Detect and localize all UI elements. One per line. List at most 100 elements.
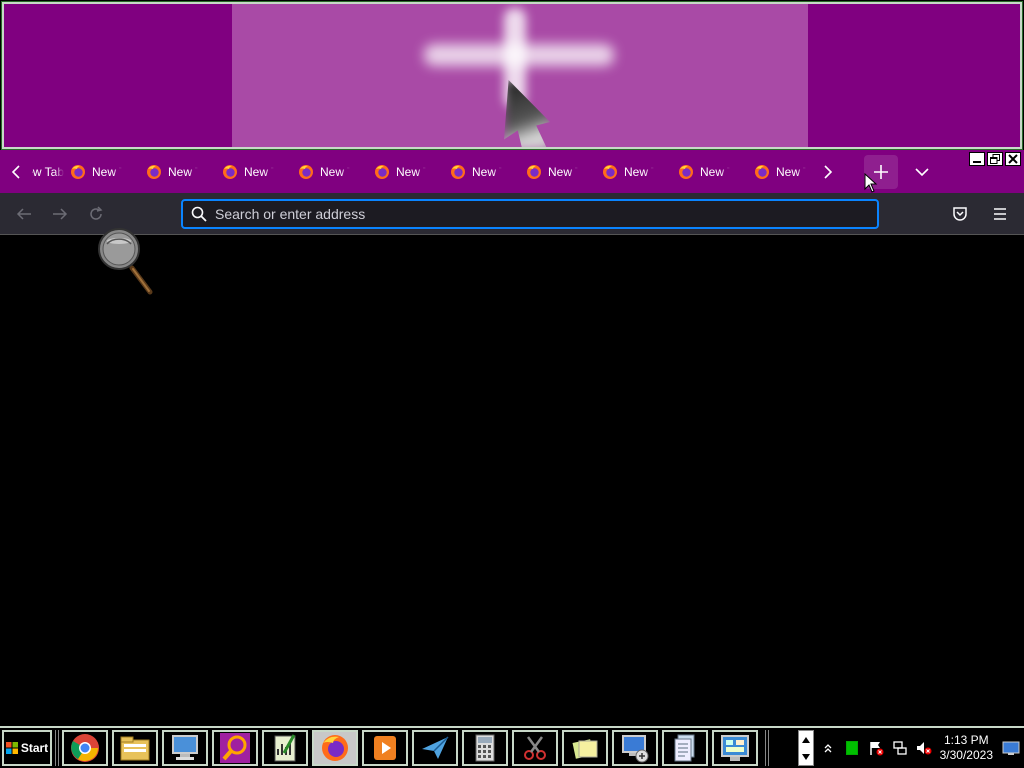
minimize-button[interactable] [969, 152, 985, 166]
volume-muted-icon[interactable] [914, 738, 934, 758]
sticky-notes-icon [570, 733, 600, 763]
calculator-icon [470, 733, 500, 763]
firefox-icon [603, 164, 617, 179]
magnifier-icon[interactable] [96, 226, 158, 303]
mouse-cursor-icon [864, 173, 878, 193]
paper-plane-icon [420, 733, 450, 763]
scroll-down-button[interactable] [798, 748, 813, 765]
taskbar-app-paper-plane[interactable] [412, 730, 458, 766]
taskbar-scroll[interactable] [797, 730, 814, 766]
notepad-chart-icon [270, 733, 300, 763]
restore-icon [990, 154, 1000, 164]
chevron-right-icon [824, 164, 833, 179]
taskbar-app-calculator[interactable] [462, 730, 508, 766]
taskbar-app-control-panel[interactable] [712, 730, 758, 766]
triangle-up-icon [801, 736, 810, 743]
scroll-tabs-left-button[interactable] [0, 150, 32, 193]
reload-button[interactable] [78, 198, 114, 230]
tab-label: New Tab [396, 164, 426, 179]
tab-new-tab[interactable]: New Tab [146, 150, 222, 193]
taskbar: Start 1:13 PM 3/30/2023 [0, 726, 1024, 768]
taskbar-app-media-player[interactable] [362, 730, 408, 766]
firefox-icon [71, 164, 85, 179]
taskbar-app-chrome[interactable] [62, 730, 108, 766]
arrow-right-icon [53, 207, 68, 220]
battery-icon[interactable] [842, 738, 862, 758]
application-menu-button[interactable] [982, 198, 1018, 230]
windows-logo-icon [5, 742, 18, 754]
taskbar-app-remote-desktop[interactable] [612, 730, 658, 766]
tab-new-tab[interactable]: New Tab [754, 150, 812, 193]
system-clock[interactable]: 1:13 PM 3/30/2023 [940, 733, 993, 763]
search-magnifier-icon [220, 733, 250, 763]
taskbar-app-file-explorer[interactable] [112, 730, 158, 766]
forward-button[interactable] [42, 198, 78, 230]
firefox-icon [451, 164, 465, 179]
action-center-flag-icon[interactable] [866, 738, 886, 758]
search-icon [191, 206, 207, 222]
tab-label: New Tab [320, 164, 350, 179]
taskbar-separator [55, 730, 59, 766]
chrome-icon [70, 733, 100, 763]
show-hidden-icons-button[interactable] [818, 738, 838, 758]
back-button[interactable] [6, 198, 42, 230]
tab-label: New Tab [548, 164, 578, 179]
clock-time: 1:13 PM [943, 733, 989, 747]
tab-label: New Tab [244, 164, 274, 179]
taskbar-app-snipping-tool[interactable] [512, 730, 558, 766]
tab-label: New Tab [700, 164, 730, 179]
minimize-icon [973, 161, 981, 163]
tab-new-tab[interactable]: New Tab [298, 150, 374, 193]
computer-icon [170, 733, 200, 763]
firefox-icon [223, 164, 237, 179]
taskbar-app-notepad-chart[interactable] [262, 730, 308, 766]
control-panel-icon [720, 733, 750, 763]
tab-new-tab[interactable]: New Tab [602, 150, 678, 193]
tab-new-tab[interactable]: New Tab [678, 150, 754, 193]
pocket-icon [953, 207, 967, 221]
taskbar-app-search-magnifier[interactable] [212, 730, 258, 766]
tab-label: New Tab [624, 164, 654, 179]
taskbar-app-firefox[interactable] [312, 730, 358, 766]
tab-label: New Tab [776, 164, 806, 179]
list-all-tabs-button[interactable] [906, 155, 938, 189]
tab-new-tab[interactable]: New Tab [222, 150, 298, 193]
chevron-left-icon [11, 164, 20, 179]
address-bar[interactable] [181, 199, 879, 229]
snipping-tool-icon [520, 733, 550, 763]
magnifier-view-window [1, 1, 1023, 150]
media-player-icon [370, 733, 400, 763]
taskbar-app-computer[interactable] [162, 730, 208, 766]
show-desktop-icon[interactable] [1001, 738, 1021, 758]
tab-new-tab[interactable]: New Tab [70, 150, 146, 193]
tab-label: New Tab [92, 164, 122, 179]
system-tray: 1:13 PM 3/30/2023 [797, 728, 1024, 768]
firefox-icon [755, 164, 769, 179]
tab-partial[interactable]: New Tab [32, 150, 70, 193]
address-input[interactable] [215, 206, 835, 222]
start-label: Start [20, 741, 49, 755]
tab-new-tab[interactable]: New Tab [450, 150, 526, 193]
start-button[interactable]: Start [2, 730, 52, 766]
restore-button[interactable] [987, 152, 1003, 166]
page-content-area [0, 236, 1024, 724]
firefox-icon [527, 164, 541, 179]
firefox-icon [679, 164, 693, 179]
tab-new-tab[interactable]: New Tab [374, 150, 450, 193]
triangle-down-icon [801, 753, 810, 760]
scroll-up-button[interactable] [798, 731, 813, 748]
tab-label: New Tab [168, 164, 198, 179]
file-explorer-icon [119, 734, 151, 762]
taskbar-app-sticky-notes[interactable] [562, 730, 608, 766]
hamburger-menu-icon [994, 208, 1006, 220]
taskbar-app-document[interactable] [662, 730, 708, 766]
network-icon[interactable] [890, 738, 910, 758]
window-controls [969, 152, 1021, 166]
close-button[interactable] [1005, 152, 1021, 166]
document-icon [670, 733, 700, 763]
save-to-pocket-button[interactable] [942, 198, 978, 230]
tab-new-tab[interactable]: New Tab [526, 150, 602, 193]
firefox-icon [375, 164, 389, 179]
scroll-tabs-right-button[interactable] [812, 150, 844, 193]
remote-desktop-icon [620, 733, 650, 763]
